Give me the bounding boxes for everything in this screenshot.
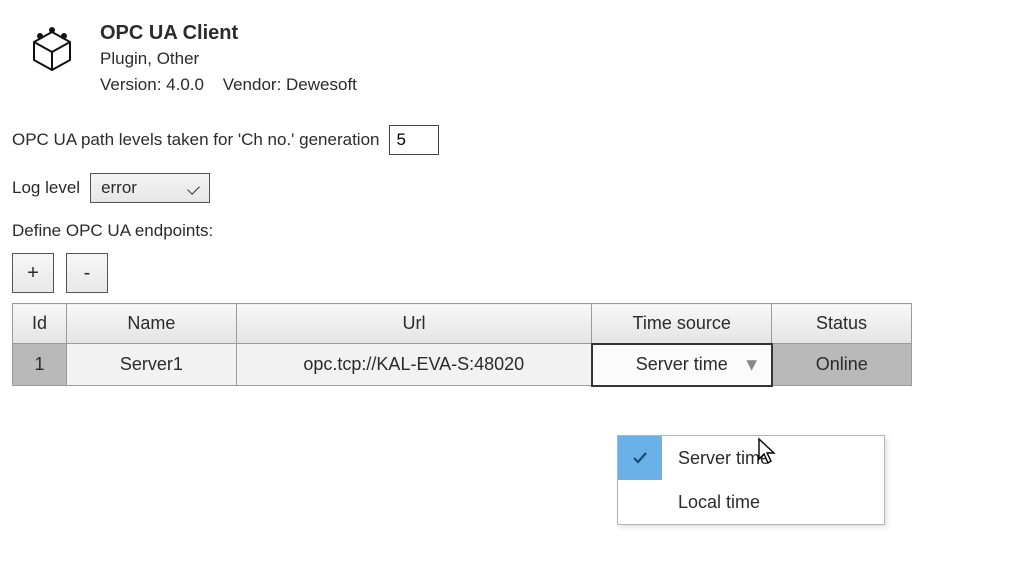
col-header-id[interactable]: Id: [13, 304, 67, 344]
cell-url[interactable]: opc.tcp://KAL-EVA-S:48020: [236, 344, 592, 386]
cell-time-value: Server time: [636, 354, 728, 374]
time-source-dropdown[interactable]: Server time Local time: [617, 435, 885, 525]
col-header-name[interactable]: Name: [66, 304, 236, 344]
plugin-subtitle: Plugin, Other: [100, 49, 357, 69]
endpoints-table: Id Name Url Time source Status 1 Server1…: [12, 303, 912, 387]
cell-time-source[interactable]: Server time ▼: [592, 344, 772, 386]
check-icon: [618, 436, 662, 480]
col-header-url[interactable]: Url: [236, 304, 592, 344]
plugin-title: OPC UA Client: [100, 22, 357, 45]
add-endpoint-button[interactable]: +: [12, 253, 54, 293]
dropdown-option-server-time[interactable]: Server time: [618, 436, 884, 480]
path-levels-input[interactable]: [389, 125, 439, 155]
path-levels-label: OPC UA path levels taken for 'Ch no.' ge…: [12, 130, 379, 150]
plugin-cube-icon: [24, 20, 80, 95]
header: OPC UA Client Plugin, Other Version: 4.0…: [12, 12, 1012, 95]
log-level-label: Log level: [12, 178, 80, 198]
version-label: Version: 4.0.0: [100, 75, 204, 94]
endpoints-label: Define OPC UA endpoints:: [12, 221, 1012, 241]
table-row[interactable]: 1 Server1 opc.tcp://KAL-EVA-S:48020 Serv…: [13, 344, 912, 386]
cell-status: Online: [772, 344, 912, 386]
log-level-select[interactable]: error: [90, 173, 210, 203]
dropdown-option-label: Local time: [672, 492, 872, 513]
cell-id[interactable]: 1: [13, 344, 67, 386]
cell-name[interactable]: Server1: [66, 344, 236, 386]
dropdown-arrow-icon: ▼: [743, 354, 761, 375]
col-header-status[interactable]: Status: [772, 304, 912, 344]
check-placeholder: [618, 480, 662, 524]
dropdown-option-label: Server time: [672, 448, 872, 469]
remove-endpoint-button[interactable]: -: [66, 253, 108, 293]
col-header-time[interactable]: Time source: [592, 304, 772, 344]
dropdown-option-local-time[interactable]: Local time: [618, 480, 884, 524]
vendor-label: Vendor: Dewesoft: [223, 75, 357, 94]
log-level-value: error: [101, 178, 137, 198]
